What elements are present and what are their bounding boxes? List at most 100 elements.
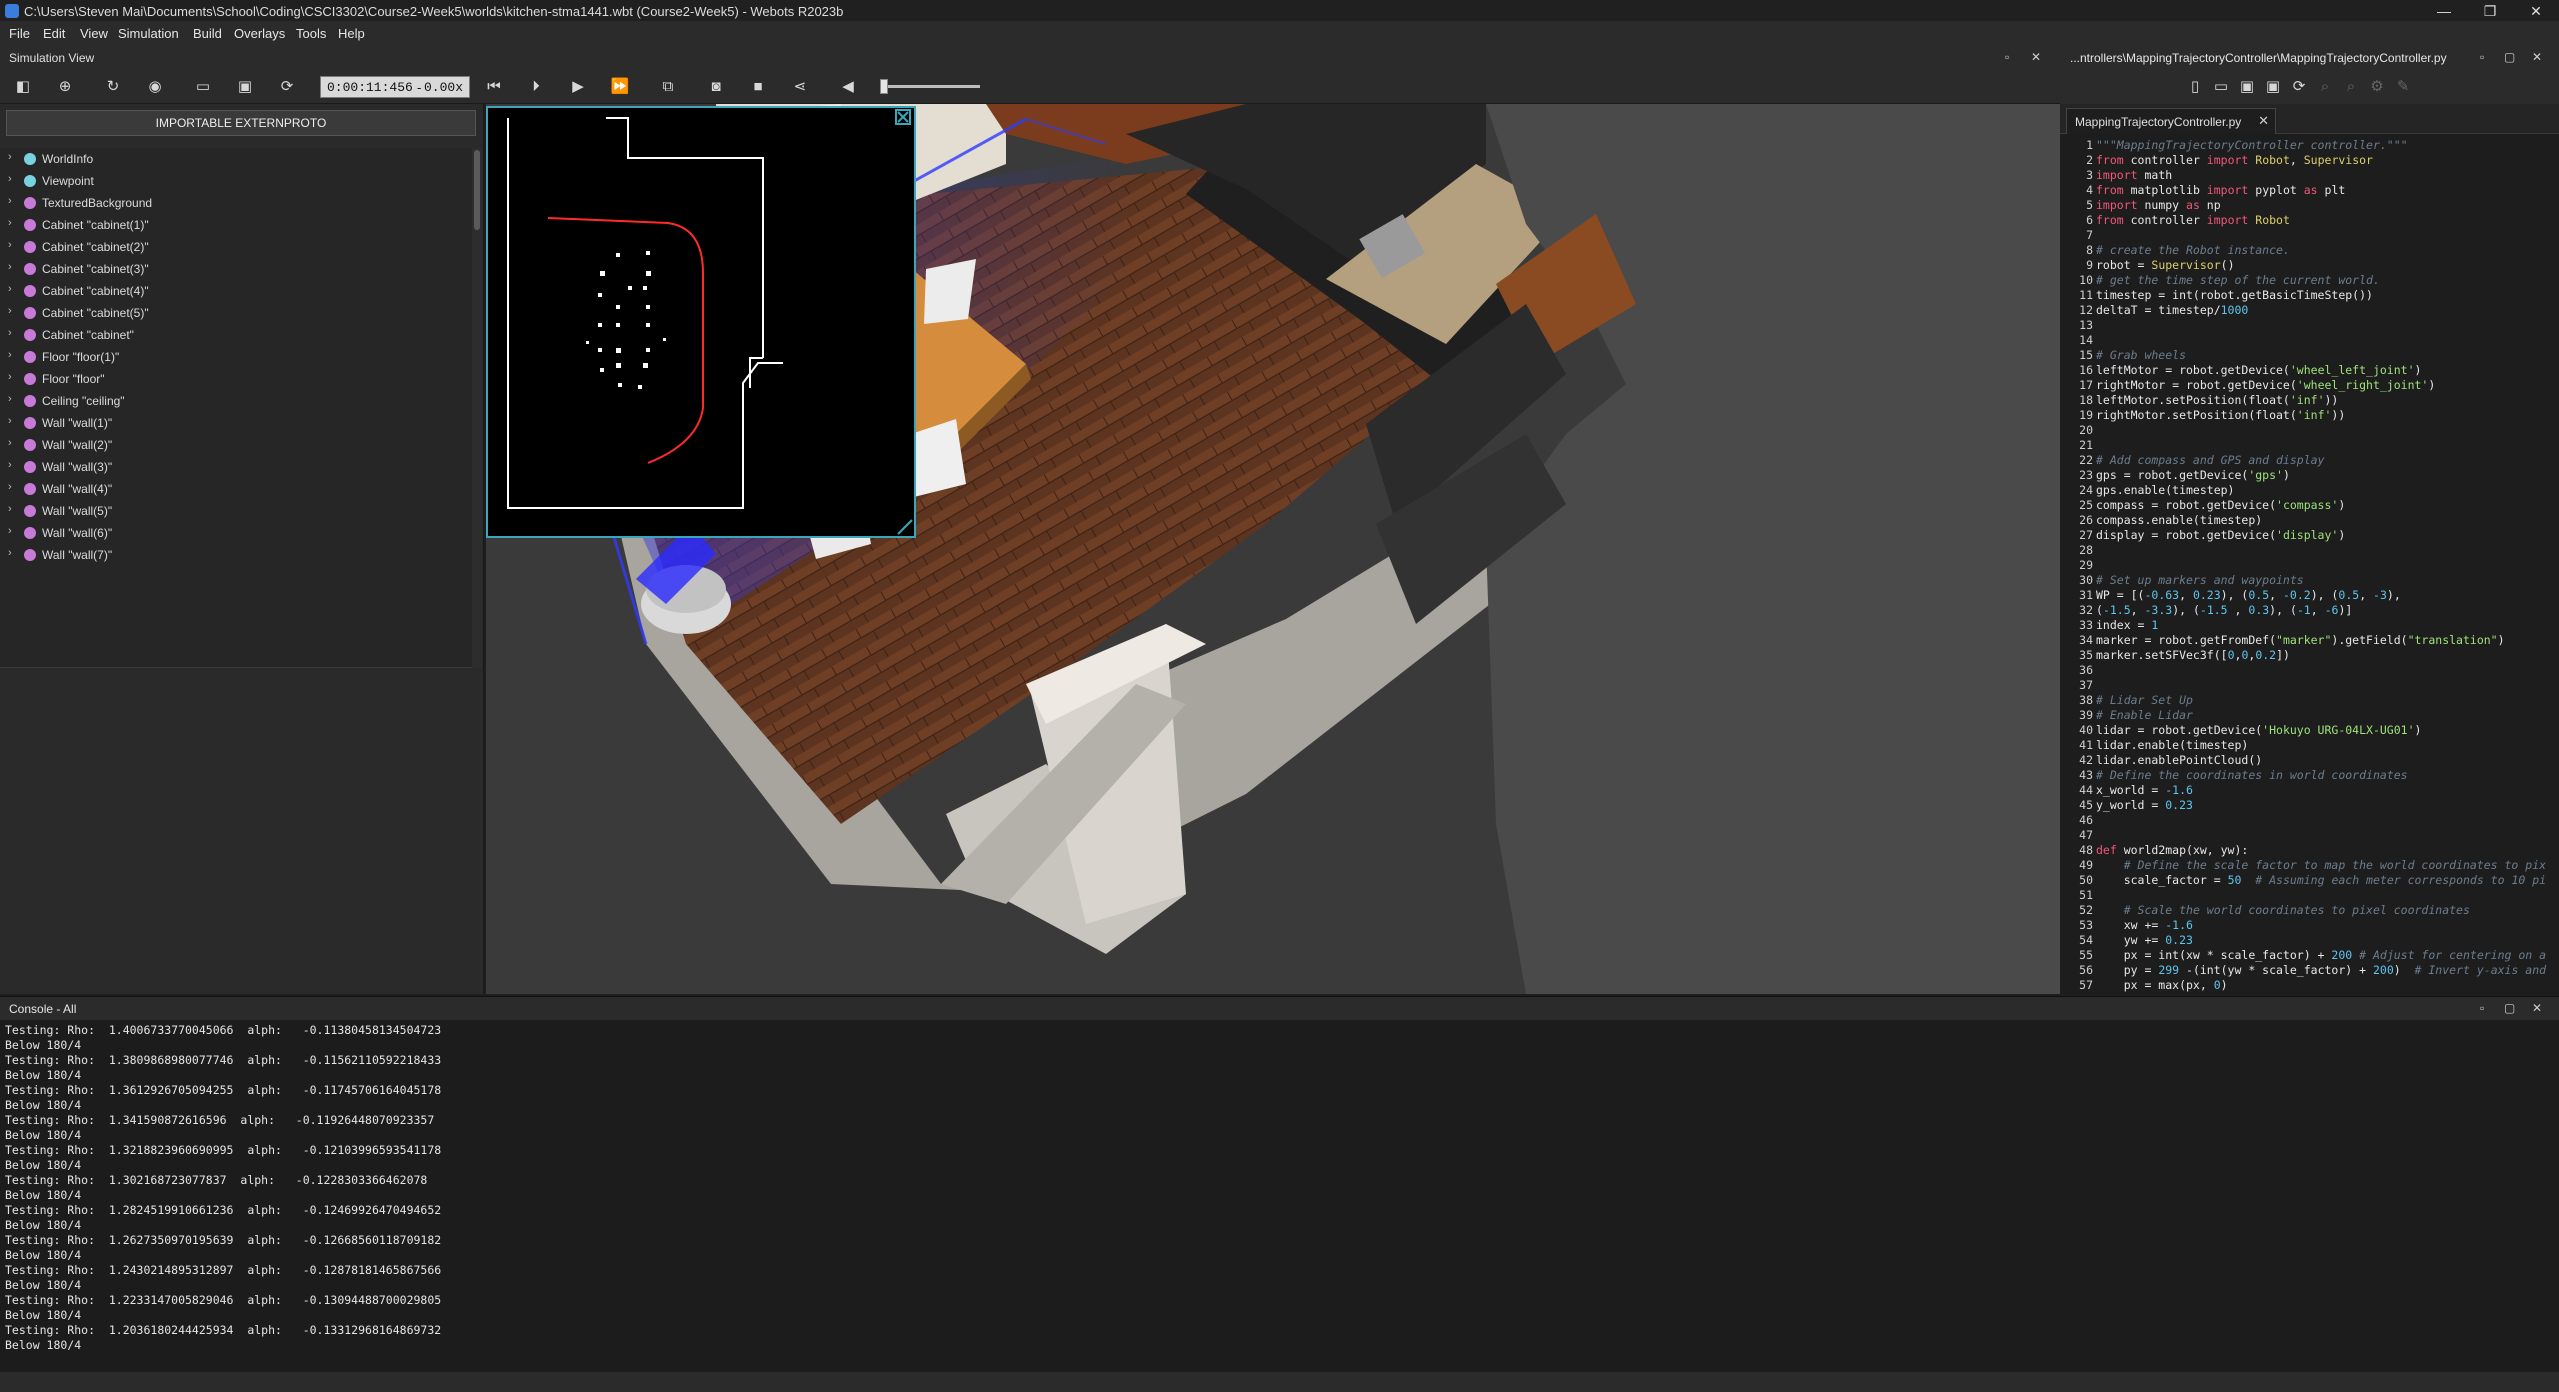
clean-icon[interactable]: ✎: [2392, 77, 2414, 97]
expand-arrow-icon[interactable]: ›: [8, 415, 12, 427]
menu-file[interactable]: File: [9, 26, 30, 41]
build-icon[interactable]: ⚙: [2366, 77, 2388, 97]
code-line: 2 from controller import Robot, Superviso…: [2060, 153, 2559, 168]
maximize-console-icon[interactable]: ▢: [2504, 1001, 2515, 1015]
render-toggle-icon[interactable]: ⧉: [657, 77, 679, 97]
close-console-icon[interactable]: ✕: [2532, 1001, 2542, 1015]
reset-simulation-icon[interactable]: ⏮: [483, 77, 505, 97]
menu-help[interactable]: Help: [338, 26, 365, 41]
scene-tree-item[interactable]: › Cabinet "cabinet(3)": [0, 258, 472, 280]
add-node-icon[interactable]: ⊕: [54, 77, 76, 97]
scene-tree-item[interactable]: › Wall "wall(7)": [0, 544, 472, 566]
screenshot-icon[interactable]: ◙: [705, 77, 727, 97]
expand-arrow-icon[interactable]: ›: [8, 481, 12, 493]
view-eye-icon[interactable]: ◉: [144, 77, 166, 97]
share-icon[interactable]: ⋖: [789, 77, 811, 97]
code-editor[interactable]: 1 """MappingTrajectoryController controll…: [2060, 134, 2559, 994]
save-as-icon[interactable]: ▣: [2262, 77, 2284, 97]
new-file-icon[interactable]: ▯: [2184, 77, 2206, 97]
scene-tree-item[interactable]: › Viewpoint: [0, 170, 472, 192]
reset-view-icon[interactable]: ↻: [102, 77, 124, 97]
float-editor-icon[interactable]: ▫: [2480, 50, 2484, 64]
save-world-icon[interactable]: ▣: [234, 77, 256, 97]
scene-tree-item[interactable]: › Ceiling "ceiling": [0, 390, 472, 412]
replace-icon[interactable]: ⌕: [2340, 77, 2362, 97]
expand-arrow-icon[interactable]: ›: [8, 283, 12, 295]
scene-tree-item[interactable]: › WorldInfo: [0, 148, 472, 170]
expand-arrow-icon[interactable]: ›: [8, 173, 12, 185]
reload-world-icon[interactable]: ⟳: [276, 77, 298, 97]
expand-arrow-icon[interactable]: ›: [8, 503, 12, 515]
step-icon[interactable]: ⏵: [525, 77, 547, 97]
expand-arrow-icon[interactable]: ›: [8, 327, 12, 339]
record-video-icon[interactable]: ■: [747, 77, 769, 97]
expand-arrow-icon[interactable]: ›: [8, 459, 12, 471]
save-file-icon[interactable]: ▣: [2236, 77, 2258, 97]
expand-arrow-icon[interactable]: ›: [8, 195, 12, 207]
code-line: 7: [2060, 228, 2559, 243]
expand-arrow-icon[interactable]: ›: [8, 349, 12, 361]
float-console-icon[interactable]: ▫: [2480, 1001, 2484, 1015]
scene-tree-item[interactable]: › TexturedBackground: [0, 192, 472, 214]
close-panel-icon[interactable]: ✕: [2031, 50, 2041, 64]
scene-tree-item[interactable]: › Wall "wall(4)": [0, 478, 472, 500]
revert-file-icon[interactable]: ⟳: [2288, 77, 2310, 97]
scene-tree-scrollbar[interactable]: [472, 148, 482, 668]
code-line: 17 rightMotor = robot.getDevice('wheel_ri…: [2060, 378, 2559, 393]
minimize-button[interactable]: —: [2421, 0, 2467, 22]
code-token: ): [2393, 963, 2415, 977]
scene-tree-item[interactable]: › Wall "wall(3)": [0, 456, 472, 478]
scene-tree-item[interactable]: › Cabinet "cabinet(5)": [0, 302, 472, 324]
code-token: numpy: [2137, 198, 2187, 212]
toggle-scene-tree-icon[interactable]: ◧: [12, 77, 34, 97]
expand-arrow-icon[interactable]: ›: [8, 305, 12, 317]
menu-edit[interactable]: Edit: [43, 26, 65, 41]
code-line: 13: [2060, 318, 2559, 333]
scene-tree-item[interactable]: › Cabinet "cabinet(1)": [0, 214, 472, 236]
menu-view[interactable]: View: [80, 26, 108, 41]
console-output[interactable]: Testing: Rho: 1.4006733770045066 alph: -…: [0, 1020, 2559, 1372]
expand-arrow-icon[interactable]: ›: [8, 547, 12, 559]
play-icon[interactable]: ▶: [567, 77, 589, 97]
tab-mapping-trajectory-controller[interactable]: MappingTrajectoryController.py ✕: [2066, 108, 2276, 134]
close-tab-icon[interactable]: ✕: [2258, 113, 2269, 129]
code-token: 0.23: [2192, 588, 2221, 602]
expand-arrow-icon[interactable]: ›: [8, 217, 12, 229]
menu-simulation[interactable]: Simulation: [118, 26, 179, 41]
find-icon[interactable]: ⌕: [2314, 77, 2336, 97]
scene-tree-item[interactable]: › Wall "wall(5)": [0, 500, 472, 522]
scene-tree-item[interactable]: › Wall "wall(2)": [0, 434, 472, 456]
close-window-button[interactable]: ✕: [2513, 0, 2559, 22]
scene-tree-item[interactable]: › Cabinet "cabinet(4)": [0, 280, 472, 302]
float-panel-icon[interactable]: ▫: [2005, 50, 2009, 64]
fast-forward-icon[interactable]: ⏩: [609, 77, 631, 97]
scene-tree-item[interactable]: › Cabinet "cabinet": [0, 324, 472, 346]
menu-tools[interactable]: Tools: [296, 26, 326, 41]
expand-arrow-icon[interactable]: ›: [8, 261, 12, 273]
open-file-icon[interactable]: ▭: [2210, 77, 2232, 97]
scene-tree-item[interactable]: › Cabinet "cabinet(2)": [0, 236, 472, 258]
importable-externproto-button[interactable]: IMPORTABLE EXTERNPROTO: [6, 110, 476, 136]
menu-overlays[interactable]: Overlays: [234, 26, 285, 41]
scene-tree-item[interactable]: › Floor "floor(1)": [0, 346, 472, 368]
scene-tree-item[interactable]: › Wall "wall(6)": [0, 522, 472, 544]
expand-arrow-icon[interactable]: ›: [8, 525, 12, 537]
expand-arrow-icon[interactable]: ›: [8, 371, 12, 383]
volume-slider-handle[interactable]: [880, 79, 888, 94]
expand-arrow-icon[interactable]: ›: [8, 393, 12, 405]
robot-display-overlay[interactable]: [486, 106, 916, 538]
expand-arrow-icon[interactable]: ›: [8, 437, 12, 449]
expand-arrow-icon[interactable]: ›: [8, 239, 12, 251]
scene-tree-item[interactable]: › Wall "wall(1)": [0, 412, 472, 434]
menu-build[interactable]: Build: [193, 26, 222, 41]
close-editor-icon[interactable]: ✕: [2532, 50, 2542, 64]
maximize-button[interactable]: ❐: [2467, 0, 2513, 22]
scene-tree-item-label: Wall "wall(7)": [42, 548, 113, 562]
open-world-icon[interactable]: ▭: [192, 77, 214, 97]
mute-sound-icon[interactable]: ◀: [837, 77, 859, 97]
volume-slider[interactable]: [880, 85, 980, 88]
expand-arrow-icon[interactable]: ›: [8, 151, 12, 163]
maximize-editor-icon[interactable]: ▢: [2504, 50, 2515, 64]
scrollbar-thumb[interactable]: [474, 150, 480, 230]
scene-tree-item[interactable]: › Floor "floor": [0, 368, 472, 390]
